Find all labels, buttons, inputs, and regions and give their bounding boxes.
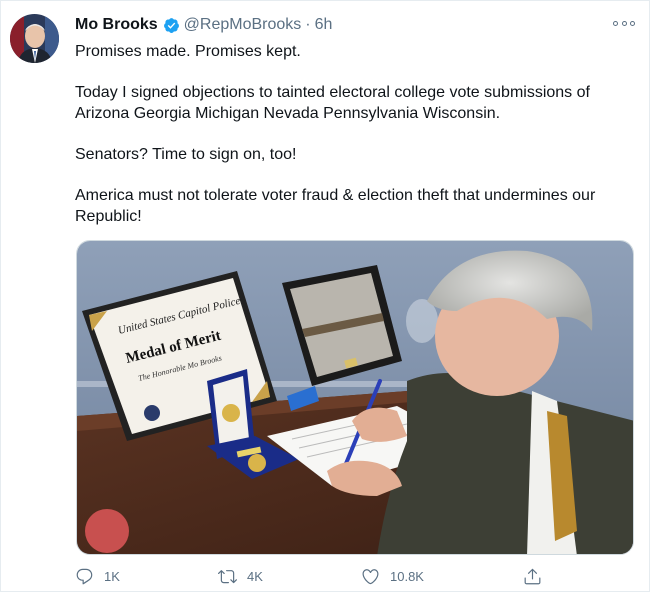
- like-count: 10.8K: [390, 569, 424, 584]
- retweet-button[interactable]: 4K: [218, 567, 263, 586]
- separator-dot: ·: [305, 16, 311, 33]
- tweet-photo[interactable]: United States Capitol Police Medal of Me…: [76, 240, 634, 555]
- timestamp[interactable]: 6h: [315, 15, 333, 35]
- tweet-text: Promises made. Promises kept. Today I si…: [75, 41, 635, 247]
- like-icon: [362, 569, 379, 585]
- avatar[interactable]: [10, 14, 59, 63]
- retweet-icon: [218, 570, 237, 584]
- share-icon: [524, 568, 541, 585]
- tweet-paragraph: Promises made. Promises kept.: [75, 43, 301, 60]
- tweet-actions: 1K 4K 10.8K: [75, 567, 545, 589]
- tweet-paragraph: Today I signed objections to tainted ele…: [75, 84, 590, 122]
- reply-icon: [76, 568, 93, 585]
- tweet-header: Mo Brooks @RepMoBrooks · 6h: [75, 15, 332, 35]
- share-button[interactable]: [523, 567, 552, 586]
- more-options-icon[interactable]: [613, 16, 635, 30]
- author-handle[interactable]: @RepMoBrooks: [184, 15, 302, 35]
- reply-button[interactable]: 1K: [75, 567, 120, 586]
- like-button[interactable]: 10.8K: [361, 567, 424, 586]
- verified-icon: [163, 17, 180, 34]
- tweet-paragraph: America must not tolerate voter fraud & …: [75, 187, 596, 225]
- tweet-paragraph: Senators? Time to sign on, too!: [75, 146, 297, 163]
- tweet-card[interactable]: Mo Brooks @RepMoBrooks · 6h Promises mad…: [0, 0, 650, 592]
- author-name[interactable]: Mo Brooks: [75, 15, 158, 35]
- retweet-count: 4K: [247, 569, 263, 584]
- reply-count: 1K: [104, 569, 120, 584]
